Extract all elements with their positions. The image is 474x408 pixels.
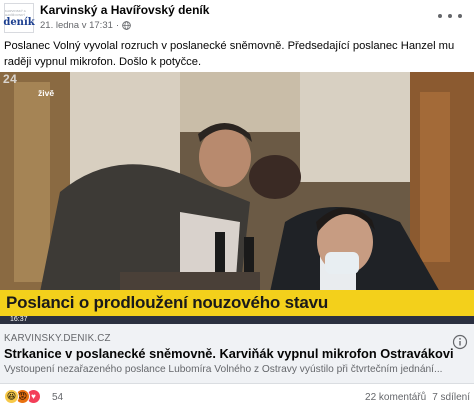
globe-icon: [122, 21, 131, 30]
avatar-logo-text: deník: [3, 16, 35, 28]
tv-headline-bar: Poslanci o prodloužení nouzového stavu: [0, 290, 474, 316]
video-frame: [0, 72, 474, 324]
ticker-time: 16:37: [10, 316, 28, 323]
haha-reaction-icon: 😆: [4, 389, 19, 404]
comments-count[interactable]: 22 komentářů: [365, 392, 426, 403]
link-preview[interactable]: KARVINSKY.DENIK.CZ Strkanice v poslaneck…: [0, 324, 474, 384]
page-avatar[interactable]: Karvinský a Havířovský deník: [3, 3, 35, 33]
shares-count[interactable]: 7 sdílení: [432, 392, 470, 403]
reaction-count[interactable]: 54: [52, 392, 63, 403]
post-timestamp[interactable]: 21. ledna v 17:31: [40, 20, 113, 31]
post-video[interactable]: 24 živě Poslanci o prodloužení nouzového…: [0, 72, 474, 324]
reaction-icons[interactable]: 😆 😡 ♥: [4, 389, 41, 404]
comment-share-counts: 22 komentářů 7 sdílení: [365, 392, 470, 403]
meta-separator: ·: [115, 20, 120, 31]
live-label: živě: [38, 88, 55, 98]
tv-ticker-bar: 16:37: [0, 316, 474, 324]
tv-channel-logo: 24: [3, 72, 18, 86]
link-domain: KARVINSKY.DENIK.CZ: [4, 333, 111, 344]
avatar-small-text: Karvinský a Havířovský: [5, 8, 26, 17]
reactions-row: 😆 😡 ♥ 54 22 komentářů 7 sdílení: [0, 386, 474, 408]
link-title[interactable]: Strkanice v poslanecké sněmovně. Karviňá…: [4, 346, 454, 361]
link-description: Vystoupení nezařazeného poslance Lubomír…: [4, 364, 443, 375]
tv-headline: Poslanci o prodloužení nouzového stavu: [6, 293, 329, 312]
post-text: Poslanec Volný vyvolal rozruch v poslane…: [4, 40, 455, 68]
info-icon[interactable]: [452, 334, 468, 350]
post-meta: 21. ledna v 17:31 ·: [40, 20, 131, 31]
more-options-icon[interactable]: [438, 7, 462, 25]
post-header: Karvinský a Havířovský deník Karvinský a…: [0, 0, 474, 38]
page-name-link[interactable]: Karvinský a Havířovský deník: [40, 3, 209, 17]
